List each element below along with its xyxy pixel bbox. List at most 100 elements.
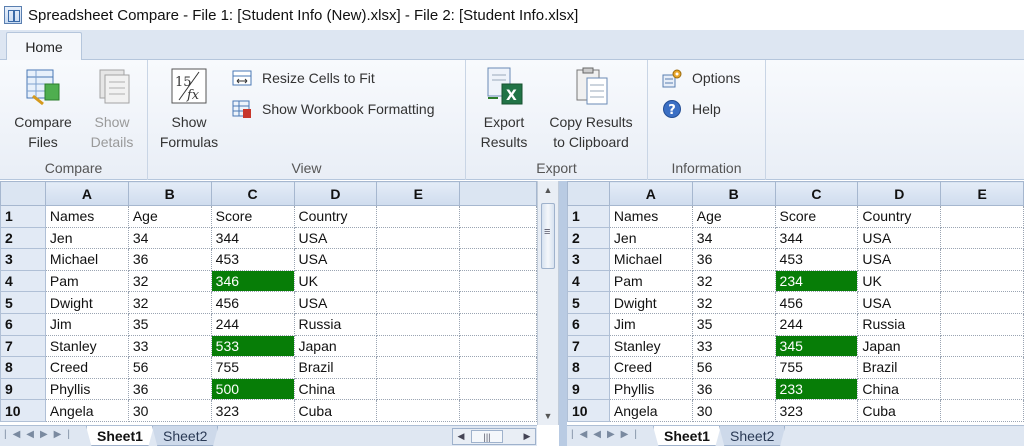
row-header[interactable]: 9 — [567, 377, 610, 401]
cell[interactable]: Age — [128, 205, 212, 228]
cell[interactable]: 36 — [128, 378, 212, 401]
column-header[interactable]: B — [691, 181, 776, 206]
cell[interactable]: Age — [692, 205, 776, 228]
row-header[interactable]: 2 — [0, 226, 46, 250]
cell[interactable] — [940, 378, 1024, 401]
scroll-down-arrow-icon[interactable]: ▼ — [538, 407, 558, 425]
cell[interactable]: Creed — [609, 356, 693, 379]
cell[interactable]: 323 — [775, 399, 859, 422]
cell[interactable]: 345 — [775, 335, 859, 358]
cell[interactable] — [376, 270, 461, 293]
column-header[interactable]: B — [127, 181, 212, 206]
cell[interactable]: Dwight — [609, 291, 693, 314]
cell[interactable]: Stanley — [609, 335, 693, 358]
cell[interactable]: USA — [857, 248, 942, 271]
cell[interactable]: Japan — [294, 335, 378, 358]
options-button[interactable]: Options — [662, 68, 740, 88]
column-header[interactable]: C — [774, 181, 859, 206]
column-header[interactable]: E — [940, 181, 1024, 206]
row-header[interactable]: 5 — [0, 291, 46, 314]
cell[interactable]: Japan — [857, 335, 942, 358]
cell[interactable] — [376, 399, 461, 422]
row-header[interactable]: 8 — [567, 356, 610, 379]
cell[interactable]: 533 — [211, 335, 295, 358]
row-header[interactable]: 8 — [0, 356, 46, 379]
cell[interactable] — [940, 248, 1024, 271]
cell[interactable]: Dwight — [45, 291, 129, 314]
cell[interactable]: 346 — [211, 270, 295, 293]
row-header[interactable]: 1 — [567, 205, 610, 228]
cell[interactable] — [940, 356, 1024, 379]
cell[interactable]: 33 — [692, 335, 776, 358]
cell[interactable]: 33 — [128, 335, 212, 358]
cell[interactable]: Score — [211, 205, 295, 228]
tab-home[interactable]: Home — [6, 32, 82, 61]
cell[interactable]: USA — [294, 248, 378, 271]
cell[interactable]: China — [294, 378, 378, 401]
cell[interactable]: Michael — [45, 248, 129, 271]
cell[interactable]: 323 — [211, 399, 295, 422]
cell[interactable]: Jen — [609, 227, 693, 250]
cell[interactable]: 36 — [692, 378, 776, 401]
cell[interactable]: 36 — [692, 248, 776, 271]
cell[interactable]: Brazil — [294, 356, 378, 379]
show-workbook-formatting-button[interactable]: Show Workbook Formatting — [232, 99, 434, 119]
left-tab-sheet1[interactable]: Sheet1 — [86, 426, 154, 446]
cell[interactable]: 500 — [211, 378, 295, 401]
cell[interactable]: USA — [857, 227, 942, 250]
row-header[interactable]: 9 — [0, 377, 46, 401]
show-details-button[interactable]: Show Details — [84, 64, 140, 152]
cell[interactable]: Jim — [45, 313, 129, 336]
row-header[interactable]: 10 — [567, 399, 610, 422]
column-header[interactable]: A — [608, 181, 693, 206]
cell[interactable]: Creed — [45, 356, 129, 379]
cell[interactable]: 32 — [128, 270, 212, 293]
cell[interactable]: Jim — [609, 313, 693, 336]
cell[interactable]: USA — [294, 291, 378, 314]
column-header[interactable]: D — [857, 181, 942, 206]
row-header[interactable]: 3 — [0, 248, 46, 271]
export-results-button[interactable]: X Export Results — [472, 64, 536, 152]
cell[interactable]: Brazil — [857, 356, 942, 379]
cell[interactable]: Country — [294, 205, 378, 228]
cell[interactable]: 453 — [775, 248, 859, 271]
cell[interactable]: 233 — [775, 378, 859, 401]
row-header[interactable]: 4 — [567, 269, 610, 293]
cell[interactable]: 453 — [211, 248, 295, 271]
cell[interactable]: Pam — [45, 270, 129, 293]
right-tab-sheet2[interactable]: Sheet2 — [719, 426, 786, 446]
left-tab-sheet2[interactable]: Sheet2 — [152, 426, 219, 446]
cell[interactable]: 344 — [775, 227, 859, 250]
cell[interactable]: Angela — [45, 399, 129, 422]
row-header[interactable]: 1 — [0, 205, 46, 228]
cell[interactable]: 36 — [128, 248, 212, 271]
cell[interactable] — [940, 313, 1024, 336]
row-header[interactable]: 5 — [567, 291, 610, 314]
row-header[interactable]: 4 — [0, 269, 46, 293]
cell[interactable]: 56 — [692, 356, 776, 379]
cell[interactable] — [940, 335, 1024, 358]
row-header[interactable]: 6 — [0, 312, 46, 336]
cell[interactable]: USA — [294, 227, 378, 250]
pane-splitter[interactable] — [559, 181, 567, 446]
cell[interactable]: Phyllis — [609, 378, 693, 401]
corner-cell[interactable] — [0, 181, 46, 206]
scroll-up-arrow-icon[interactable]: ▲ — [538, 181, 558, 199]
cell[interactable] — [940, 205, 1024, 228]
cell[interactable]: 34 — [128, 227, 212, 250]
cell[interactable]: 32 — [692, 291, 776, 314]
cell[interactable]: 32 — [692, 270, 776, 293]
cell[interactable]: 456 — [211, 291, 295, 314]
resize-cells-button[interactable]: Resize Cells to Fit — [232, 68, 375, 88]
cell[interactable]: 32 — [128, 291, 212, 314]
vertical-scrollbar[interactable]: ▲ ▼ — [537, 181, 559, 425]
right-tab-sheet1[interactable]: Sheet1 — [653, 426, 721, 446]
column-header[interactable]: D — [293, 181, 378, 206]
row-header[interactable]: 10 — [0, 399, 46, 422]
row-header[interactable]: 3 — [567, 248, 610, 271]
cell[interactable]: USA — [857, 291, 942, 314]
cell[interactable]: Phyllis — [45, 378, 129, 401]
cell[interactable] — [376, 378, 461, 401]
cell[interactable] — [376, 205, 461, 228]
scroll-left-arrow-icon[interactable]: ◀ — [453, 429, 469, 444]
